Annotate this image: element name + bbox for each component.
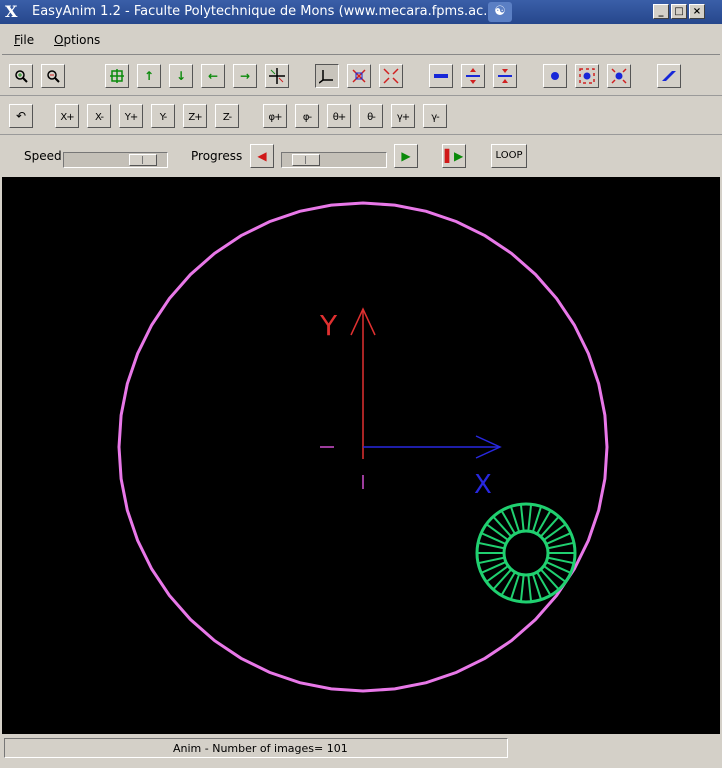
parallelogram-icon [662,71,676,81]
gear-spoke [539,568,560,591]
theta-plus-button[interactable]: θ+ [327,104,351,128]
gear-spoke [492,568,513,591]
gamma-plus-button[interactable]: γ+ [391,104,415,128]
gear-spoke [477,541,505,550]
point-shrink-button[interactable] [607,64,631,88]
scene-svg: Y X [117,201,609,693]
arrow-up-icon: ↑ [143,69,155,83]
step-back-button[interactable]: ◀ [250,144,274,168]
expand-icon [352,69,366,83]
gear-spoke [527,504,533,532]
zoom-out-button[interactable] [41,64,65,88]
point-display-button[interactable] [543,64,567,88]
play-pause-icon: ▌▶ [444,149,464,163]
undo-button[interactable]: ↶ [9,104,33,128]
frame-axes-icon [318,70,333,84]
x-axis-label: X [474,470,492,500]
shrink-view-button[interactable] [379,64,403,88]
phi-plus-button[interactable]: φ+ [263,104,287,128]
speed-slider-thumb[interactable] [129,154,157,166]
stretch-vertical-icon [466,68,480,84]
theta-minus-button[interactable]: θ- [359,104,383,128]
close-button[interactable]: × [689,4,705,19]
x-plus-button[interactable]: X+ [55,104,79,128]
toolbar-view: ↑ ↓ ← → [0,57,722,96]
gamma-minus-button[interactable]: γ- [423,104,447,128]
step-forward-button[interactable]: ▶ [394,144,418,168]
expand-view-button[interactable] [347,64,371,88]
arrow-left-icon: ← [207,69,219,83]
z-minus-button[interactable]: Z- [215,104,239,128]
gear-spoke [527,574,533,602]
gear-spoke [477,556,505,565]
play-backward-icon: ◀ [257,149,267,163]
dot-expand-icon [579,68,595,84]
dot-icon [551,72,559,80]
progress-slider[interactable] [281,152,387,168]
gear-wheel [475,502,577,604]
pan-up-button[interactable]: ↑ [137,64,161,88]
gear-inner-rim [502,529,550,577]
shrink-icon [383,68,399,84]
gear-spoke [547,556,575,565]
menu-bar: File Options [2,26,720,55]
loop-button[interactable]: LOOP [491,144,527,168]
status-text: Anim - Number of images= 101 [173,742,348,755]
gear-spoke [539,515,560,538]
play-button[interactable]: ▌▶ [442,144,466,168]
surface-display-button[interactable] [657,64,681,88]
zoom-in-icon [15,70,28,83]
animation-canvas[interactable]: Y X [2,177,720,734]
phi-minus-button[interactable]: φ- [295,104,319,128]
menu-file[interactable]: File [14,33,34,47]
undo-icon: ↶ [15,109,27,123]
bar-icon [434,74,448,78]
bar-display-button[interactable] [429,64,453,88]
title-bar: X EasyAnim 1.2 - Faculte Polytechnique d… [0,0,722,24]
stretch-vertical-button[interactable] [461,64,485,88]
y-minus-button[interactable]: Y- [151,104,175,128]
minimize-button[interactable]: _ [653,4,669,19]
view-frame-button[interactable] [315,64,339,88]
pan-down-button[interactable]: ↓ [169,64,193,88]
x-minus-button[interactable]: X- [87,104,111,128]
y-plus-button[interactable]: Y+ [119,104,143,128]
center-button[interactable] [105,64,129,88]
pan-left-button[interactable]: ← [201,64,225,88]
zoom-in-button[interactable] [9,64,33,88]
app-icon: X [5,2,18,21]
axes-toggle-button[interactable] [265,64,289,88]
dot-shrink-icon [611,68,627,84]
point-expand-button[interactable] [575,64,599,88]
window-menu-icon[interactable]: ☯ [488,2,512,22]
gear-spoke [519,574,525,602]
y-axis-label: Y [319,309,338,342]
speed-label: Speed [24,149,62,163]
toolbar-rotate: ↶ X+ X- Y+ Y- Z+ Z- φ+ φ- θ+ θ- γ+ γ- [0,96,722,135]
play-forward-icon: ▶ [401,149,411,163]
gear-spoke [547,541,575,550]
compress-vertical-icon [498,69,512,83]
speed-slider[interactable] [63,152,168,168]
arrow-down-icon: ↓ [175,69,187,83]
progress-slider-thumb[interactable] [292,154,320,166]
z-plus-button[interactable]: Z+ [183,104,207,128]
pan-right-button[interactable]: → [233,64,257,88]
window-title: EasyAnim 1.2 - Faculte Polytechnique de … [32,4,509,19]
status-bar: Anim - Number of images= 101 [4,738,508,758]
zoom-out-icon [47,70,60,83]
animation-controls: Speed Progress ◀ ▶ ▌▶ LOOP [0,135,722,175]
compress-vertical-button[interactable] [493,64,517,88]
menu-options[interactable]: Options [54,33,100,47]
center-icon [110,69,124,83]
axes-cross-icon [269,68,285,84]
progress-label: Progress [191,149,243,163]
arrow-right-icon: → [239,69,251,83]
maximize-button[interactable]: □ [671,4,687,19]
gear-spoke [492,515,513,538]
gear-spoke [519,504,525,532]
